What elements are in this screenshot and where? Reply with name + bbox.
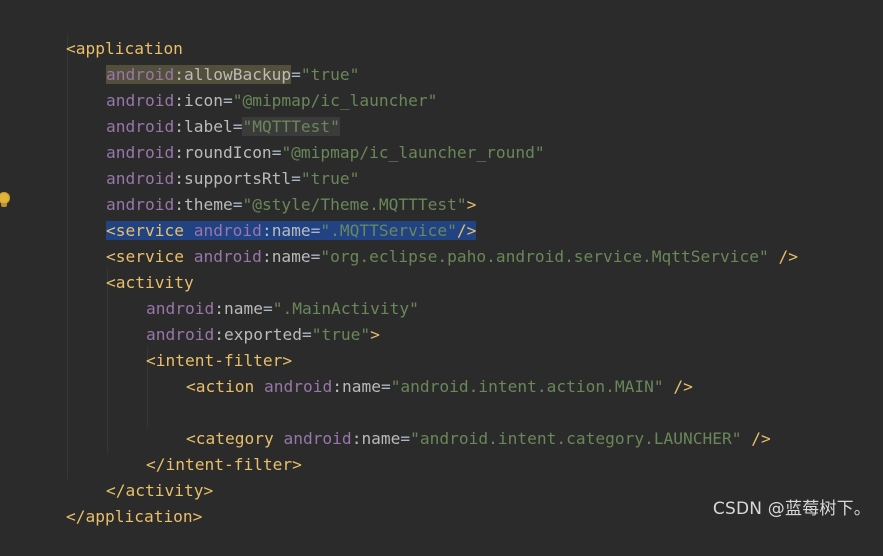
- tag-close: />: [741, 429, 771, 448]
- tag-close: >: [370, 325, 380, 344]
- attribute-name: name: [361, 429, 401, 448]
- namespace: android: [263, 377, 333, 396]
- attribute-value: "android.intent.category.LAUNCHER": [410, 429, 742, 448]
- tag-close: />: [663, 377, 693, 396]
- code-line[interactable]: android:exported="true">: [107, 296, 380, 344]
- namespace: android: [193, 247, 262, 266]
- code-line[interactable]: <service android:name="org.eclipse.paho.…: [67, 218, 798, 266]
- code-line[interactable]: <activity: [67, 244, 194, 292]
- watermark: CSDN @蓝莓树下。: [712, 499, 871, 519]
- code-line[interactable]: <action android:name="android.intent.act…: [147, 348, 693, 396]
- attribute-value: "android.intent.action.MAIN": [390, 377, 664, 396]
- code-line[interactable]: android:roundIcon="@mipmap/ic_launcher_r…: [67, 114, 545, 162]
- code-line[interactable]: android:icon="@mipmap/ic_launcher": [67, 62, 437, 110]
- code-line[interactable]: android:name=".MainActivity": [107, 270, 419, 318]
- code-line-selected[interactable]: <service android:name=".MQTTService"/>: [67, 192, 477, 240]
- tag-close: </application>: [65, 507, 203, 526]
- code-line[interactable]: android:label="MQTTTest": [67, 88, 340, 136]
- attribute-name: name: [341, 377, 381, 396]
- code-line[interactable]: </application>: [27, 478, 202, 526]
- code-line[interactable]: android:theme="@style/Theme.MQTTTest">: [67, 166, 476, 214]
- code-line[interactable]: <application: [27, 10, 183, 58]
- lightbulb-icon[interactable]: [0, 192, 10, 207]
- attribute-value: "org.eclipse.paho.android.service.MqttSe…: [320, 247, 769, 266]
- tag-close: />: [768, 247, 798, 266]
- editor-gutter: [0, 0, 22, 528]
- code-line[interactable]: </intent-filter>: [107, 426, 302, 474]
- code-editor[interactable]: <application android:allowBackup="true" …: [0, 0, 883, 528]
- code-line[interactable]: <intent-filter>: [107, 322, 292, 370]
- tag-open: <action: [185, 377, 255, 396]
- attribute-name: name: [271, 247, 311, 266]
- code-line[interactable]: android:supportsRtl="true": [67, 140, 359, 188]
- code-line[interactable]: <category android:name="android.intent.c…: [147, 400, 771, 448]
- attribute-value: "true": [311, 325, 371, 344]
- code-line[interactable]: android:allowBackup="true": [67, 36, 359, 84]
- code-line[interactable]: </activity>: [67, 452, 213, 500]
